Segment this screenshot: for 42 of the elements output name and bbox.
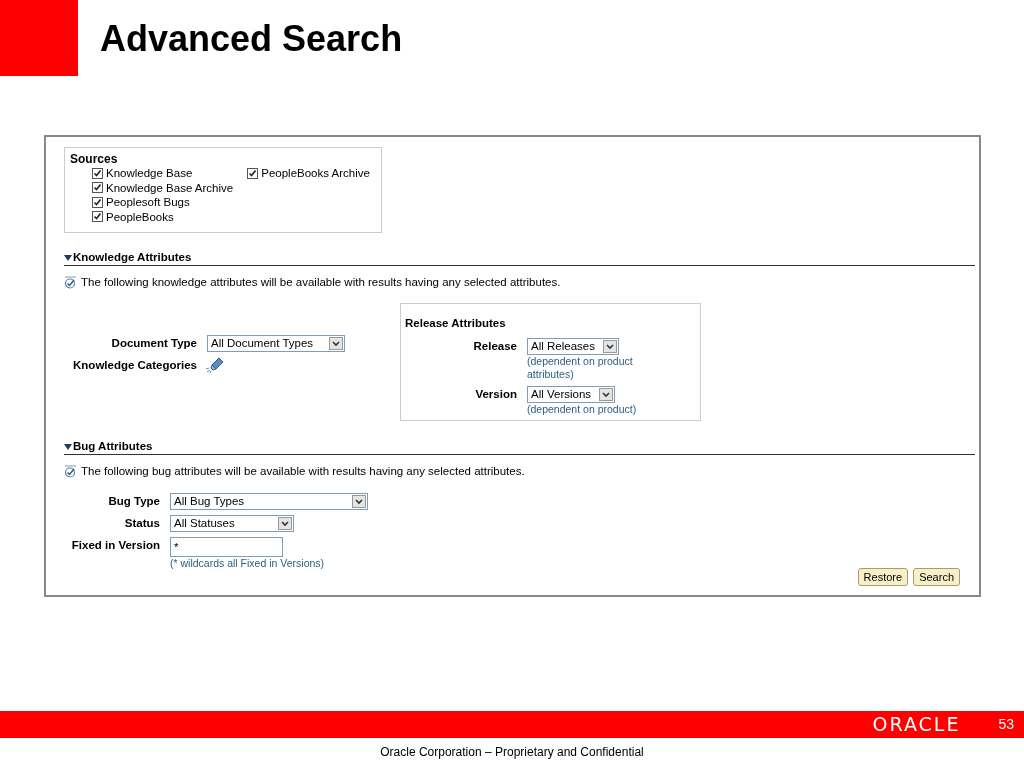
field-label: Knowledge Categories — [72, 357, 197, 373]
form-button[interactable]: Search — [913, 567, 960, 586]
checkbox[interactable] — [92, 196, 103, 208]
hint-text: (dependent on product attributes) — [527, 354, 634, 381]
slide-title: Advanced Search — [100, 18, 403, 60]
dropdown[interactable]: All Releases — [527, 337, 619, 355]
text-field[interactable]: * — [170, 536, 283, 557]
page-number: 53 — [998, 715, 1014, 734]
field-label: Status — [123, 515, 160, 531]
field-label: Version — [474, 386, 517, 402]
check-circle-icon — [64, 465, 77, 479]
checkbox[interactable] — [92, 167, 103, 179]
triangle-down-icon — [64, 253, 72, 262]
checkbox-label: PeopleBooks Archive — [261, 166, 370, 181]
check-circle-icon — [64, 276, 77, 290]
dropdown[interactable]: All Versions — [527, 385, 615, 403]
dropdown[interactable]: All Statuses — [170, 514, 294, 532]
info-text: The following bug attributes will be available with results having any selected attributes. — [81, 464, 525, 480]
panel-heading: Release Attributes — [405, 316, 507, 332]
dropdown[interactable]: All Document Types — [207, 335, 345, 353]
form-button[interactable]: Restore — [857, 567, 909, 586]
section-toggle[interactable]: Knowledge Attributes — [64, 248, 192, 267]
checkbox[interactable] — [92, 182, 103, 194]
field-label: Fixed in Version — [70, 537, 160, 553]
field-label: Bug Type — [107, 493, 160, 509]
checkbox[interactable] — [247, 167, 259, 179]
sources-heading: Sources — [70, 152, 119, 166]
checkbox-label: Peoplesoft Bugs — [106, 195, 190, 210]
footer-text: Oracle Corporation – Proprietary and Confidential — [379, 744, 645, 761]
field-label: Document Type — [110, 336, 197, 352]
checkbox-label: Knowledge Base — [106, 166, 193, 181]
section-toggle[interactable]: Bug Attributes — [64, 438, 153, 456]
oracle-logo: ORACLE — [872, 712, 961, 738]
triangle-down-icon — [64, 442, 72, 451]
checkbox-label: PeopleBooks — [106, 209, 174, 224]
info-text: The following knowledge attributes will be available with results having any selected attributes. — [81, 275, 561, 290]
field-label: Release — [472, 338, 517, 354]
hint-text: (* wildcards all Fixed in Versions) — [170, 556, 325, 570]
hint-text: (dependent on product) — [527, 402, 638, 416]
checkbox[interactable] — [92, 211, 103, 223]
checkbox-label: Knowledge Base Archive — [106, 180, 234, 195]
dropdown[interactable]: All Bug Types — [170, 492, 368, 510]
